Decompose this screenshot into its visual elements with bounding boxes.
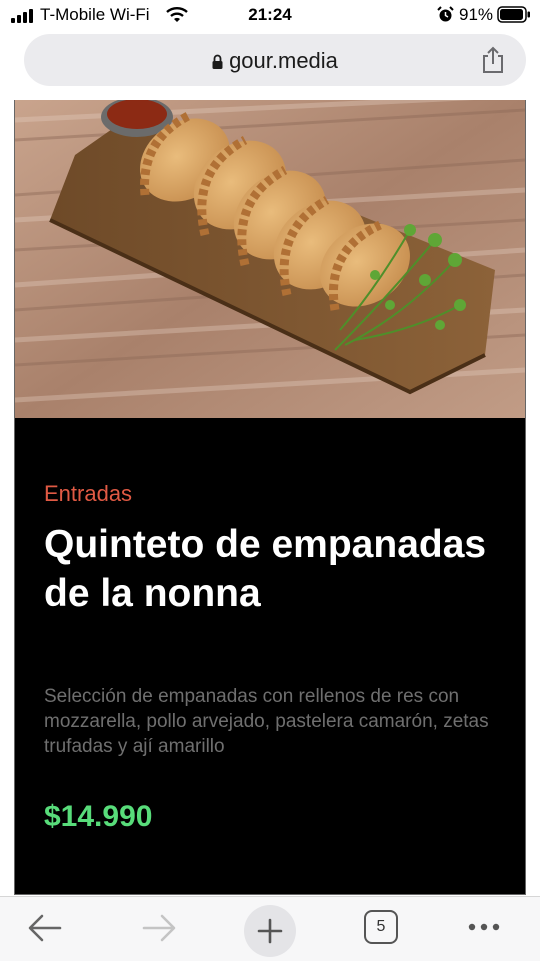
menu-item-card: Entradas Quinteto de empanadas de la non…: [14, 100, 526, 895]
back-arrow-icon[interactable]: [26, 911, 64, 945]
status-bar: T-Mobile Wi-Fi 21:24 91%: [0, 0, 540, 32]
url-display[interactable]: gour.media: [24, 48, 526, 74]
empanadas-photo: [15, 100, 525, 418]
lock-icon: [212, 54, 223, 69]
dish-title: Quinteto de empanadas de la nonna: [44, 523, 487, 615]
plus-icon: [257, 918, 283, 944]
forward-arrow-icon[interactable]: [140, 911, 178, 945]
browser-toolbar: 5: [0, 896, 540, 961]
tabs-icon[interactable]: 5: [364, 910, 398, 944]
menu-category: Entradas: [44, 481, 133, 506]
dish-description: Selección de empanadas con rellenos de r…: [44, 686, 489, 757]
url-text: gour.media: [229, 48, 338, 73]
dish-price: $14.990: [44, 800, 153, 833]
alarm-icon: [437, 6, 454, 22]
new-tab-button[interactable]: [244, 905, 296, 957]
web-page: Entradas Quinteto de empanadas de la non…: [0, 100, 540, 896]
share-icon[interactable]: [480, 46, 506, 74]
battery-icon: [497, 6, 530, 23]
battery-percent: 91%: [459, 5, 494, 24]
address-bar[interactable]: gour.media: [24, 34, 526, 86]
more-icon[interactable]: [464, 917, 504, 937]
